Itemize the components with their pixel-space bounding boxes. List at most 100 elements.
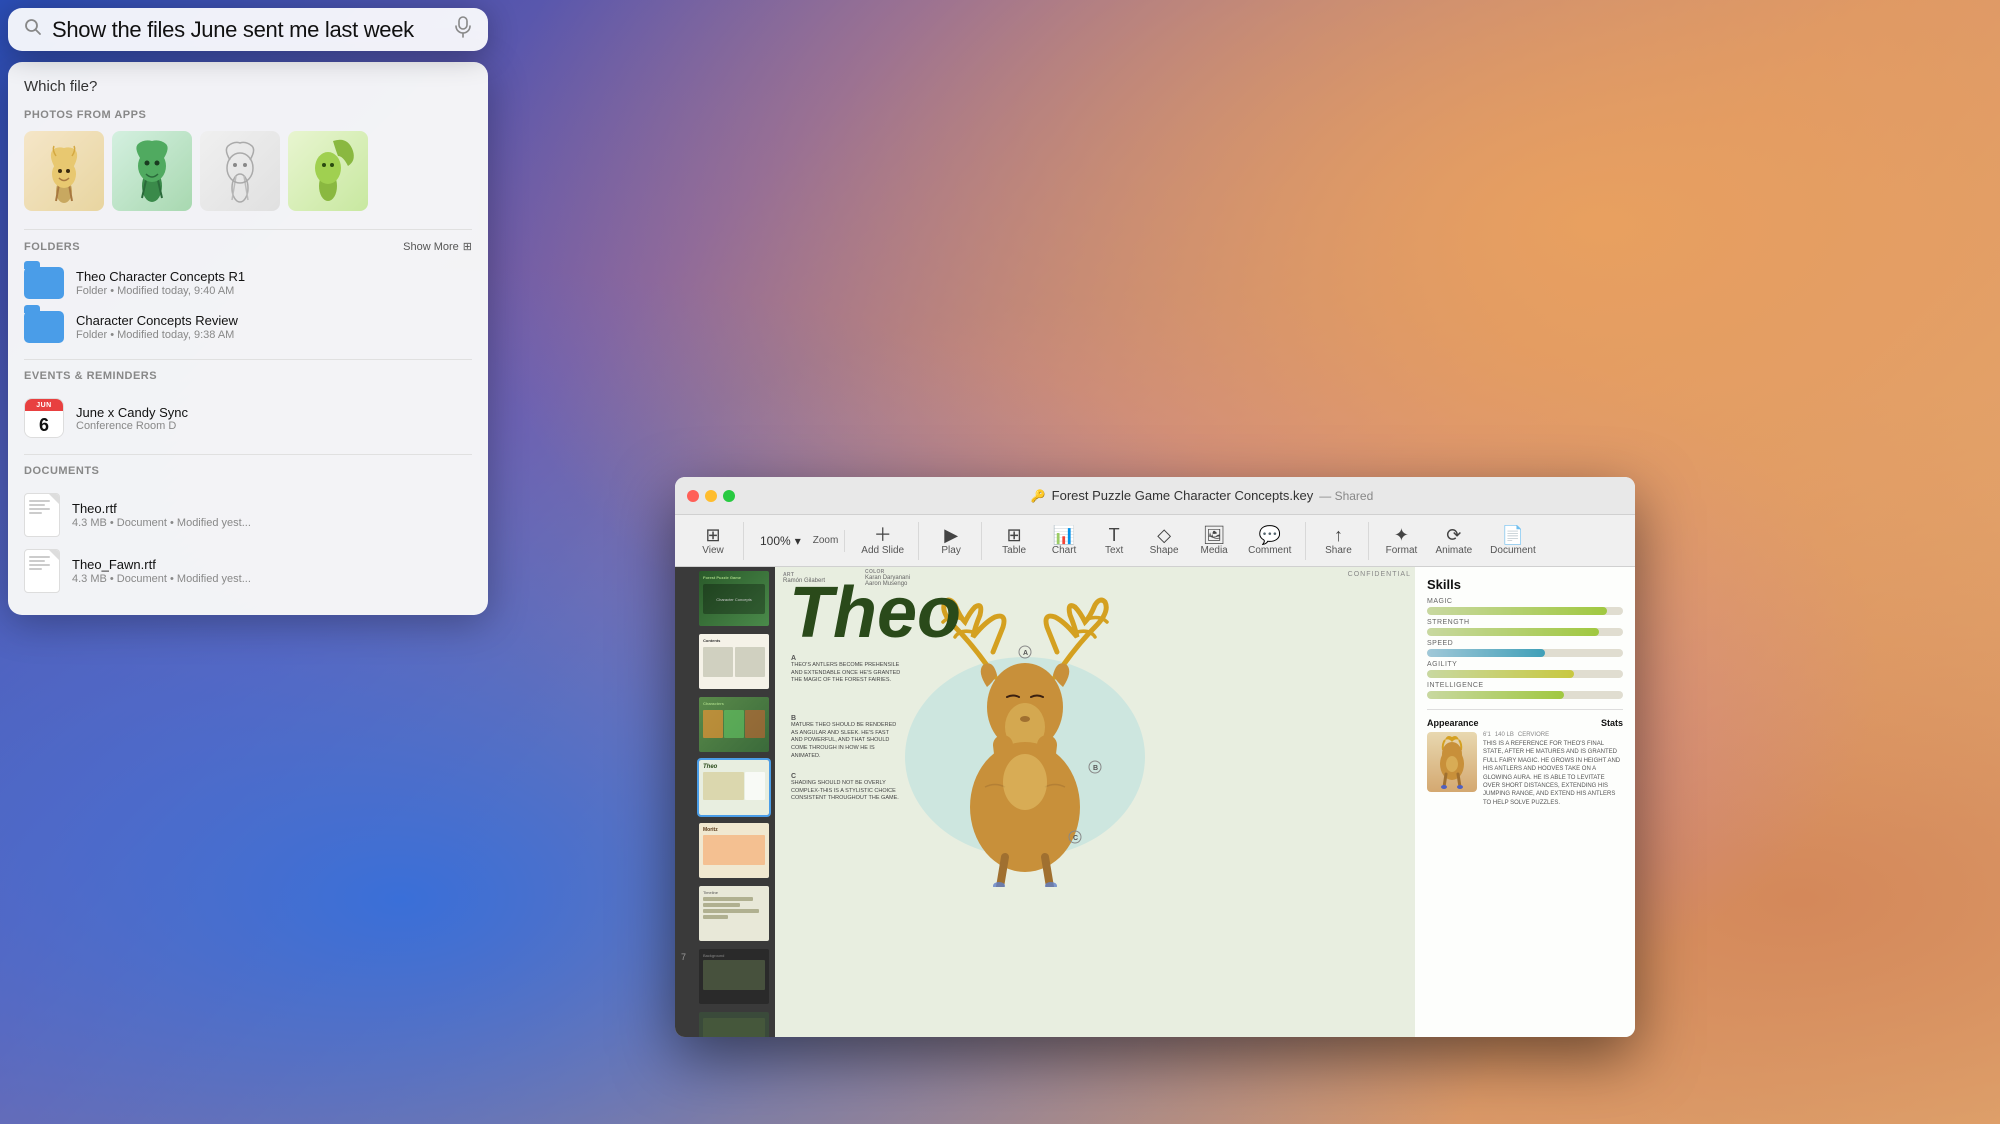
doc-item-1[interactable]: Theo.rtf 4.3 MB • Document • Modified ye… <box>24 487 472 543</box>
text-button[interactable]: T Text <box>1090 522 1138 560</box>
slide-thumb-6[interactable]: Timeline <box>675 882 775 945</box>
add-slide-icon: ＋ <box>874 526 892 544</box>
photo-thumb-2[interactable] <box>112 131 192 211</box>
add-slide-label: Add Slide <box>861 546 904 556</box>
show-more-button[interactable]: Show More ⊞ <box>403 240 472 253</box>
slide-inner-7: Background <box>699 949 769 1004</box>
minimize-button[interactable] <box>705 490 717 502</box>
slide-thumb-2[interactable]: Contents <box>675 630 775 693</box>
animate-button[interactable]: ⟳ Animate <box>1427 522 1480 560</box>
chart-label: Chart <box>1052 546 1076 556</box>
window-title: Forest Puzzle Game Character Concepts.ke… <box>1052 488 1314 503</box>
stats-description: THIS IS A REFERENCE FOR THEO'S FINAL STA… <box>1483 740 1623 807</box>
doc-name-1: Theo.rtf <box>72 501 472 516</box>
doc-icon-2 <box>24 549 60 593</box>
zoom-control[interactable]: 100% ▾ <box>752 530 809 552</box>
photo-thumb-4[interactable] <box>288 131 368 211</box>
text-icon: T <box>1109 526 1120 544</box>
toolbar-group-play: ▶ Play <box>921 522 982 560</box>
slide-inner-1: Forest Puzzle Game Character Concepts <box>699 571 769 626</box>
slide-preview-4: Theo <box>699 760 769 815</box>
play-icon: ▶ <box>944 526 958 544</box>
table-icon: ⊞ <box>1007 526 1022 544</box>
media-icon: 🖼 <box>1203 526 1226 544</box>
microphone-icon[interactable] <box>454 16 472 43</box>
char-figure-small <box>1427 732 1477 792</box>
shape-button[interactable]: ◇ Shape <box>1140 522 1188 560</box>
skill-bar-bg-magic <box>1427 607 1623 615</box>
shared-badge: — Shared <box>1319 489 1373 503</box>
text-label: Text <box>1105 546 1123 556</box>
chart-icon: 📊 <box>1053 526 1075 544</box>
svg-text:A: A <box>1023 650 1028 657</box>
share-button[interactable]: ↑ Share <box>1314 522 1362 560</box>
doc-line <box>29 556 50 558</box>
skill-bar-bg-speed <box>1427 649 1623 657</box>
event-name: June x Candy Sync <box>76 405 472 420</box>
share-label: Share <box>1325 546 1352 556</box>
chart-button[interactable]: 📊 Chart <box>1040 522 1088 560</box>
doc-line <box>29 564 50 566</box>
play-button[interactable]: ▶ Play <box>927 522 975 560</box>
photo-thumb-1[interactable] <box>24 131 104 211</box>
photo-thumb-3[interactable] <box>200 131 280 211</box>
view-button[interactable]: ⊞ View <box>689 522 737 560</box>
table-button[interactable]: ⊞ Table <box>990 522 1038 560</box>
slide-thumb-4[interactable]: Theo <box>675 756 775 819</box>
folder-meta-1: Folder • Modified today, 9:40 AM <box>76 285 472 297</box>
photos-section-title: Photos From Apps <box>24 109 472 121</box>
skill-bar-magic <box>1427 607 1607 615</box>
skill-row-strength: STRENGTH <box>1427 619 1623 636</box>
stats-content: 6'1 140 LB CERVIORE THIS IS A REFERENCE … <box>1483 732 1623 807</box>
slide-thumb-7[interactable]: 7 Background <box>675 945 775 1008</box>
share-icon: ↑ <box>1334 526 1343 544</box>
slide-panel[interactable]: Forest Puzzle Game Character Concepts Co… <box>675 567 775 1037</box>
skill-name-intelligence: INTELLIGENCE <box>1427 682 1623 689</box>
media-button[interactable]: 🖼 Media <box>1190 522 1238 560</box>
close-button[interactable] <box>687 490 699 502</box>
play-label: Play <box>941 546 960 556</box>
stats-row: 6'1 140 LB CERVIORE <box>1483 732 1623 738</box>
slide-preview-7: Background <box>699 949 769 1004</box>
folder-item-1[interactable]: Theo Character Concepts R1 Folder • Modi… <box>24 261 472 305</box>
slide-canvas[interactable]: ART Ramón Gilabert COLOR Karan Daryanani… <box>775 567 1635 1037</box>
fullscreen-button[interactable] <box>723 490 735 502</box>
slide-preview-2: Contents <box>699 634 769 689</box>
event-item-1[interactable]: JUN 6 June x Candy Sync Conference Room … <box>24 392 472 444</box>
skills-panel: Skills MAGIC STRENGTH <box>1415 567 1635 1037</box>
appearance-title: Appearance <box>1427 718 1479 728</box>
weight-value: 140 LB <box>1495 732 1514 738</box>
document-label: Document <box>1490 546 1536 556</box>
folders-header: Folders Show More ⊞ <box>24 240 472 253</box>
skill-name-magic: MAGIC <box>1427 598 1623 605</box>
title-bar-center: 🔑 Forest Puzzle Game Character Concepts.… <box>781 488 1623 503</box>
slide-thumb-1[interactable]: Forest Puzzle Game Character Concepts <box>675 567 775 630</box>
add-slide-button[interactable]: ＋ Add Slide <box>853 522 912 560</box>
format-button[interactable]: ✦ Format <box>1377 522 1425 560</box>
doc-line <box>29 512 42 514</box>
svg-text:C: C <box>1073 835 1078 842</box>
folders-section-title: Folders <box>24 241 80 253</box>
skill-row-intelligence: INTELLIGENCE <box>1427 682 1623 699</box>
shape-label: Shape <box>1150 546 1179 556</box>
doc-item-2[interactable]: Theo_Fawn.rtf 4.3 MB • Document • Modifi… <box>24 543 472 599</box>
divider-3 <box>24 454 472 455</box>
skill-name-speed: SPEED <box>1427 640 1623 647</box>
doc-line <box>29 508 50 510</box>
toolbar-group-view: ⊞ View <box>683 522 744 560</box>
document-button[interactable]: 📄 Document <box>1482 522 1544 560</box>
doc-line <box>29 560 45 562</box>
skill-name-agility: AGILITY <box>1427 661 1623 668</box>
comment-button[interactable]: 💬 Comment <box>1240 522 1299 560</box>
folder-name-2: Character Concepts Review <box>76 313 472 328</box>
slide-num-7: 7 <box>681 952 695 962</box>
char-figure-4 <box>288 131 368 211</box>
type-value: CERVIORE <box>1518 732 1549 738</box>
slide-thumb-8[interactable] <box>675 1008 775 1037</box>
slide-thumb-5[interactable]: Moritz <box>675 819 775 882</box>
confidential-badge: CONFIDENTIAL <box>1348 571 1411 578</box>
slide-thumb-3[interactable]: Characters <box>675 693 775 756</box>
divider-2 <box>24 359 472 360</box>
folder-item-2[interactable]: Character Concepts Review Folder • Modif… <box>24 305 472 349</box>
spotlight-query-text[interactable]: Show the files June sent me last week <box>52 17 444 43</box>
